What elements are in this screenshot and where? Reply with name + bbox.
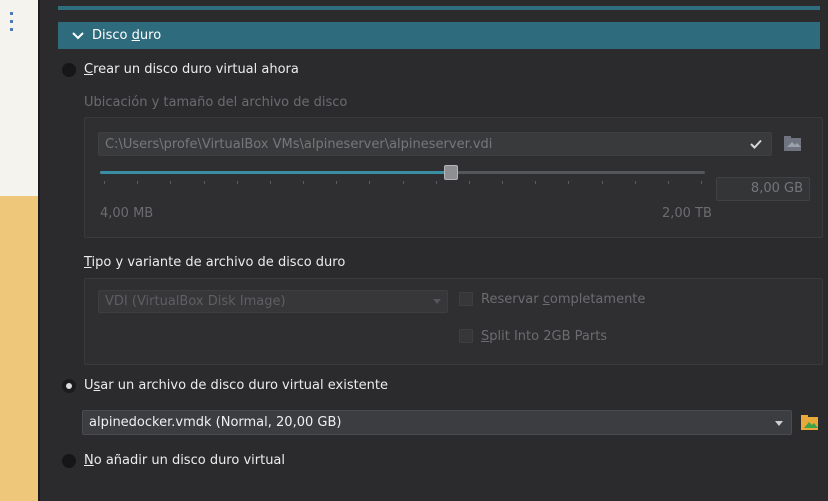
- background-area: [0, 196, 38, 501]
- chevron-down-icon: [775, 421, 783, 426]
- radio-no-disk[interactable]: [62, 454, 76, 468]
- slider-tick: [269, 181, 271, 184]
- radio-no-disk-label[interactable]: No añadir un disco duro virtual: [84, 453, 285, 468]
- slider-tick: [170, 181, 172, 184]
- dialog-border: [38, 0, 40, 501]
- radio-create-disk-label[interactable]: Crear un disco duro virtual ahora: [84, 62, 299, 77]
- slider-tick: [667, 181, 669, 184]
- location-group-label: Ubicación y tamaño del archivo de disco: [84, 95, 348, 110]
- slider-tick: [137, 181, 139, 184]
- slider-tick: [634, 181, 636, 184]
- radio-existing-disk-label[interactable]: Usar un archivo de disco duro virtual ex…: [84, 378, 388, 393]
- checkmark-icon: [750, 139, 762, 149]
- slider-tick: [535, 181, 537, 184]
- slider-tick: [601, 181, 603, 184]
- section-title: Disco duro: [92, 28, 162, 43]
- radio-create-disk[interactable]: [62, 63, 76, 77]
- disk-type-group-label: Tipo y variante de archivo de disco duro: [84, 255, 346, 270]
- split-2gb-label: Split Into 2GB Parts: [481, 329, 608, 344]
- disk-size-slider-track[interactable]: [100, 171, 705, 174]
- reserve-fully-checkbox: [459, 292, 473, 306]
- folder-picker-icon[interactable]: [782, 133, 804, 155]
- reserve-fully-label: Reservar completamente: [481, 292, 646, 307]
- disk-size-slider-handle[interactable]: [443, 165, 458, 180]
- disk-size-slider-fill: [100, 171, 451, 174]
- section-header-disco-duro[interactable]: Disco duro: [58, 22, 820, 49]
- slider-tick: [468, 181, 470, 184]
- disk-path-field: C:\Users\profe\VirtualBox VMs\alpineserv…: [98, 132, 772, 156]
- previous-section-footer: [58, 6, 820, 10]
- slider-tick: [203, 181, 205, 184]
- slider-tick: [435, 181, 437, 184]
- slider-tick: [402, 181, 404, 184]
- slider-min-label: 4,00 MB: [100, 206, 154, 221]
- slider-tick: [303, 181, 304, 184]
- chevron-down-icon: [433, 299, 441, 304]
- split-2gb-checkbox: [459, 329, 473, 343]
- slider-tick: [369, 181, 371, 184]
- slider-max-label: 2,00 TB: [662, 206, 712, 221]
- background-marker: [10, 28, 13, 31]
- disk-format-value: VDI (VirtualBox Disk Image): [105, 294, 286, 309]
- slider-tick: [104, 181, 105, 184]
- slider-tick: [336, 181, 338, 184]
- disk-path-value: C:\Users\profe\VirtualBox VMs\alpineserv…: [105, 136, 493, 152]
- existing-disk-select[interactable]: alpinedocker.vmdk (Normal, 20,00 GB): [82, 410, 792, 435]
- disk-format-select: VDI (VirtualBox Disk Image): [98, 290, 448, 313]
- slider-tick: [236, 181, 238, 184]
- existing-disk-value: alpinedocker.vmdk (Normal, 20,00 GB): [89, 415, 342, 430]
- background-marker: [10, 12, 13, 15]
- background-marker: [10, 20, 13, 23]
- background-window-edge: [0, 0, 38, 501]
- radio-existing-disk[interactable]: [62, 379, 76, 393]
- slider-tick: [701, 181, 702, 184]
- disk-size-field[interactable]: 8,00 GB: [716, 177, 810, 201]
- slider-tick: [502, 181, 503, 184]
- folder-picker-icon[interactable]: [799, 412, 821, 434]
- slider-tick: [568, 181, 570, 184]
- chevron-down-icon: [72, 31, 84, 39]
